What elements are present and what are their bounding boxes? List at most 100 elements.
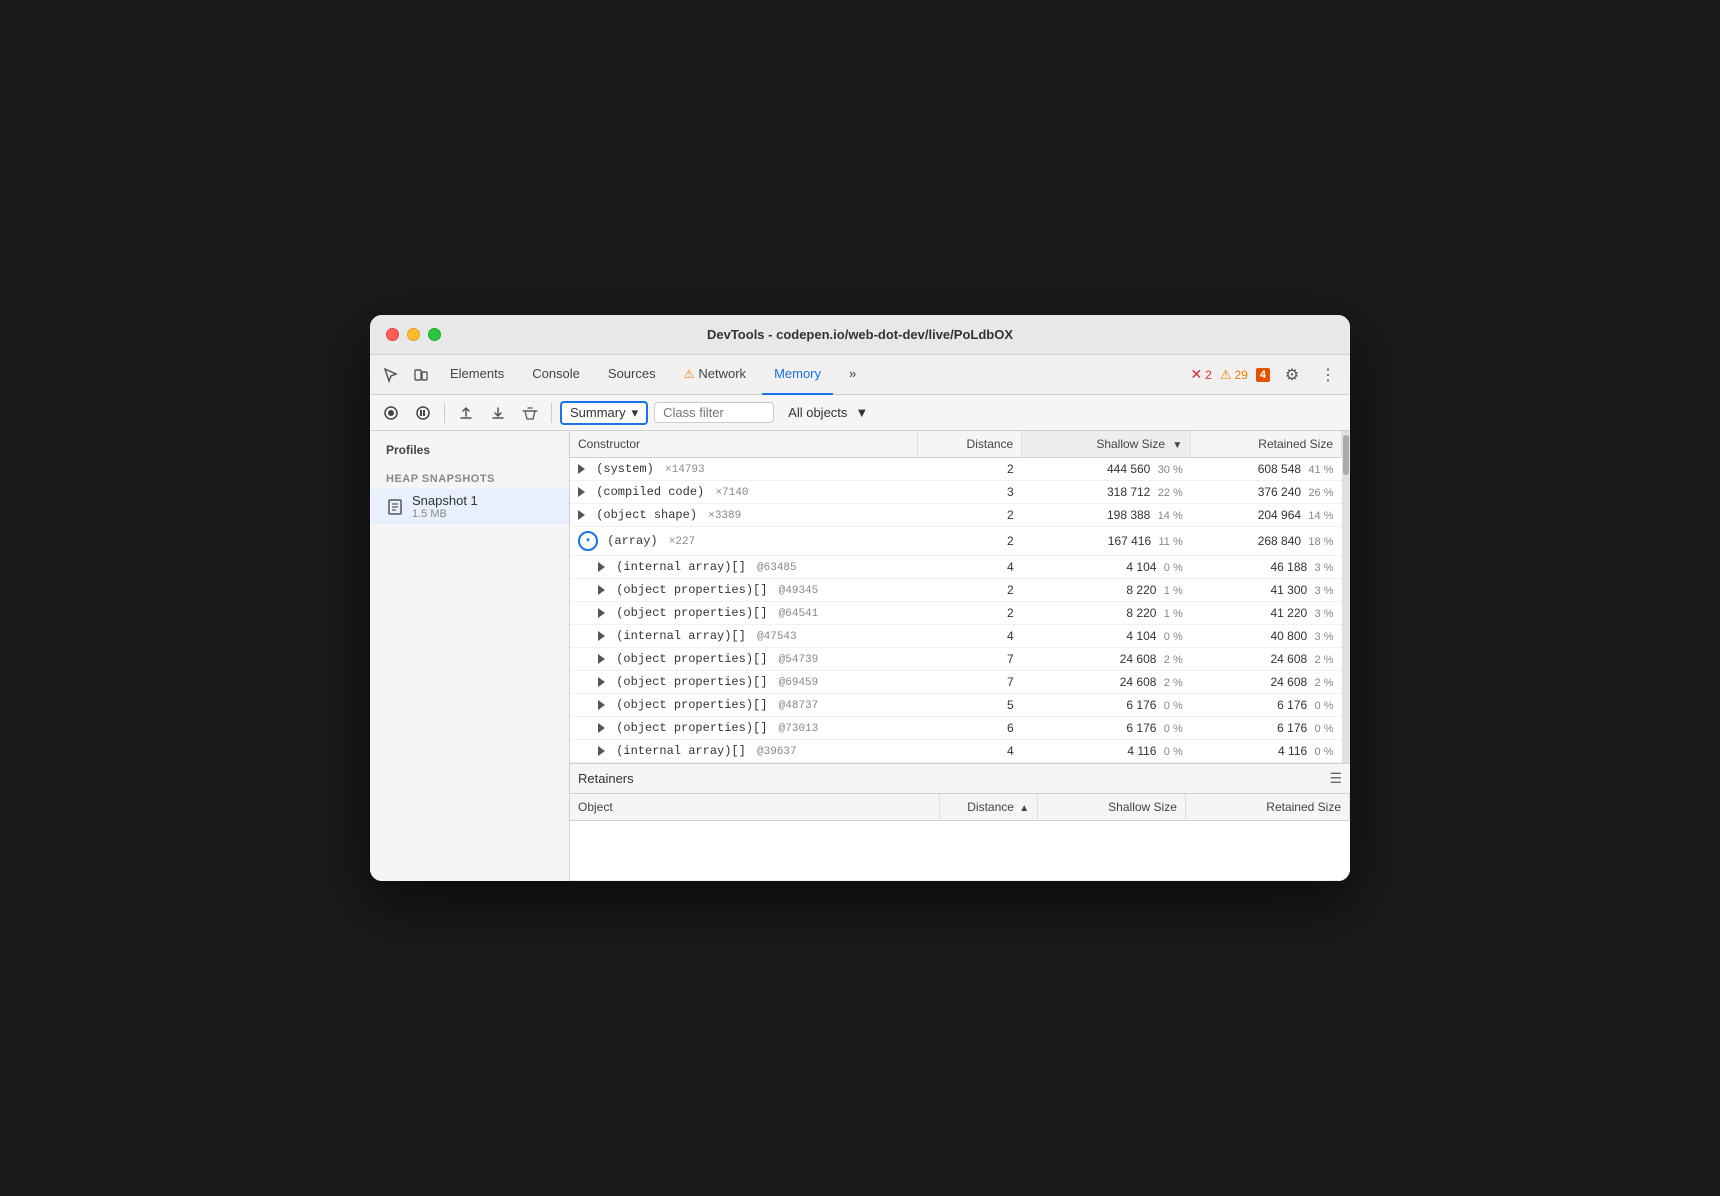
settings-icon[interactable]: ⚙ — [1278, 361, 1306, 389]
minimize-button[interactable] — [407, 328, 420, 341]
warn-icon: ⚠ — [1220, 367, 1232, 383]
cell-retained-size: 608 548 41 % — [1191, 458, 1342, 481]
expand-triangle-icon[interactable] — [598, 654, 605, 664]
cell-shallow-size: 4 104 0 % — [1022, 625, 1191, 648]
error-badge[interactable]: ✕ 2 — [1190, 366, 1211, 383]
shallow-pct: 1 % — [1164, 585, 1183, 597]
class-filter-input[interactable] — [654, 402, 774, 423]
expand-circle-icon[interactable]: ▾ — [578, 531, 598, 551]
cell-retained-size: 40 800 3 % — [1191, 625, 1342, 648]
ret-col-object[interactable]: Object — [570, 794, 939, 821]
ret-col-retained[interactable]: Retained Size — [1185, 794, 1349, 821]
cell-shallow-size: 318 712 22 % — [1022, 481, 1191, 504]
objects-dropdown[interactable]: All objects ▼ — [788, 405, 868, 420]
expand-triangle-icon[interactable] — [598, 677, 605, 687]
retainers-menu-icon[interactable]: ☰ — [1329, 770, 1342, 787]
download-icon[interactable] — [485, 400, 511, 426]
retainers-empty-row — [570, 821, 1350, 881]
retainers-header-row: Object Distance ▲ Shallow Size — [570, 794, 1350, 821]
col-distance[interactable]: Distance — [917, 431, 1022, 458]
retained-pct: 2 % — [1315, 654, 1334, 666]
ret-col-distance[interactable]: Distance ▲ — [939, 794, 1037, 821]
constructor-count: @63485 — [757, 562, 797, 574]
maximize-button[interactable] — [428, 328, 441, 341]
expand-triangle-icon[interactable] — [578, 510, 585, 520]
table-row: (internal array)[] @63485 4 4 104 0 % 46… — [570, 556, 1342, 579]
tab-sources[interactable]: Sources — [596, 355, 668, 395]
scrollbar-thumb — [1343, 435, 1349, 475]
table-row: (object properties)[] @54739 7 24 608 2 … — [570, 648, 1342, 671]
record-icon[interactable] — [378, 400, 404, 426]
expand-triangle-icon[interactable] — [598, 746, 605, 756]
constructor-count: @73013 — [779, 723, 819, 735]
expand-triangle-icon[interactable] — [578, 487, 585, 497]
device-toolbar-icon[interactable] — [408, 362, 434, 388]
col-constructor[interactable]: Constructor — [570, 431, 917, 458]
scrollbar[interactable] — [1342, 431, 1350, 763]
tab-sources-label: Sources — [608, 366, 656, 381]
snapshot-name: Snapshot 1 — [412, 493, 478, 508]
cell-shallow-size: 24 608 2 % — [1022, 671, 1191, 694]
ret-col-shallow[interactable]: Shallow Size — [1038, 794, 1186, 821]
expand-triangle-icon[interactable] — [598, 608, 605, 618]
constructor-count: @47543 — [757, 631, 797, 643]
tab-elements-label: Elements — [450, 366, 504, 381]
retained-pct: 41 % — [1308, 464, 1333, 476]
shallow-pct: 0 % — [1164, 746, 1183, 758]
shallow-pct: 2 % — [1164, 677, 1183, 689]
retainers-panel: Retainers ☰ Object Distance — [570, 763, 1350, 881]
constructor-count: @48737 — [779, 700, 819, 712]
orange-badge: 4 — [1256, 368, 1270, 382]
expand-triangle-icon[interactable] — [598, 700, 605, 710]
tab-network[interactable]: ⚠ Network — [672, 355, 758, 395]
table-row: ▾ (array) ×227 2 167 416 11 % 268 840 18… — [570, 527, 1342, 556]
inspect-element-icon[interactable] — [378, 362, 404, 388]
col-retained-size[interactable]: Retained Size — [1191, 431, 1342, 458]
cell-retained-size: 6 176 0 % — [1191, 717, 1342, 740]
cell-retained-size: 24 608 2 % — [1191, 648, 1342, 671]
expand-triangle-icon[interactable] — [598, 631, 605, 641]
tab-more[interactable]: » — [837, 355, 868, 395]
cell-constructor: (object properties)[] @49345 — [570, 579, 917, 602]
tab-elements[interactable]: Elements — [438, 355, 516, 395]
more-options-icon[interactable]: ⋮ — [1314, 361, 1342, 389]
cell-shallow-size: 4 116 0 % — [1022, 740, 1191, 763]
constructor-count: ×3389 — [708, 510, 741, 522]
upload-icon[interactable] — [453, 400, 479, 426]
expand-triangle-icon[interactable] — [598, 585, 605, 595]
constructor-name: (compiled code) — [596, 485, 704, 499]
cell-constructor: (internal array)[] @47543 — [570, 625, 917, 648]
tab-memory[interactable]: Memory — [762, 355, 833, 395]
shallow-pct: 0 % — [1164, 562, 1183, 574]
expand-triangle-icon[interactable] — [598, 723, 605, 733]
toolbar-right: ✕ 2 ⚠ 29 4 ⚙ ⋮ — [1190, 361, 1342, 389]
stop-icon[interactable] — [410, 400, 436, 426]
tab-console[interactable]: Console — [520, 355, 592, 395]
tab-console-label: Console — [532, 366, 580, 381]
cell-distance: 7 — [917, 671, 1022, 694]
retained-pct: 3 % — [1315, 585, 1334, 597]
constructor-name: (internal array)[] — [616, 744, 746, 758]
summary-dropdown[interactable]: Summary ▾ — [560, 401, 648, 425]
cell-distance: 7 — [917, 648, 1022, 671]
close-button[interactable] — [386, 328, 399, 341]
constructor-count: ×14793 — [665, 464, 705, 476]
tab-network-label: Network — [698, 366, 746, 381]
constructor-count: @69459 — [779, 677, 819, 689]
col-shallow-size[interactable]: Shallow Size ▼ — [1022, 431, 1191, 458]
cell-shallow-size: 4 104 0 % — [1022, 556, 1191, 579]
retained-pct: 0 % — [1315, 700, 1334, 712]
warn-badge[interactable]: ⚠ 29 — [1220, 367, 1248, 383]
expand-triangle-icon[interactable] — [578, 464, 585, 474]
clear-icon[interactable] — [517, 400, 543, 426]
objects-label: All objects — [788, 405, 847, 420]
expand-triangle-icon[interactable] — [598, 562, 605, 572]
objects-chevron-icon: ▼ — [855, 405, 868, 420]
sidebar-profiles-title: Profiles — [370, 443, 569, 465]
cell-retained-size: 24 608 2 % — [1191, 671, 1342, 694]
snapshot-size: 1.5 MB — [412, 508, 478, 520]
constructor-name: (internal array)[] — [616, 560, 746, 574]
sidebar-item-snapshot1[interactable]: Snapshot 1 1.5 MB — [370, 489, 569, 524]
window-title: DevTools - codepen.io/web-dot-dev/live/P… — [707, 327, 1013, 342]
cell-distance: 2 — [917, 602, 1022, 625]
